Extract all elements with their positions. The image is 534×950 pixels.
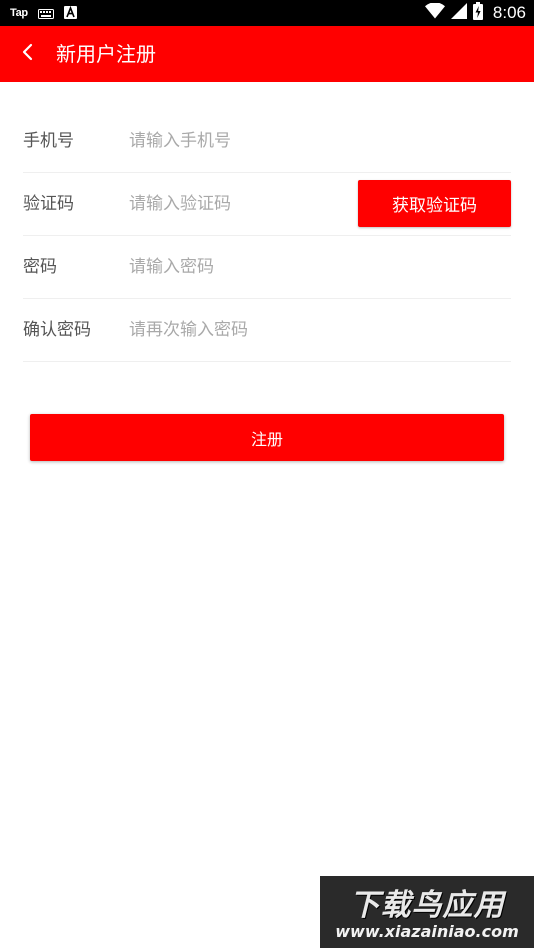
tap-label: Tap	[10, 7, 28, 19]
confirm-password-label: 确认密码	[23, 320, 91, 340]
verification-code-row: 验证码 获取验证码	[23, 173, 511, 236]
wifi-icon	[424, 2, 445, 23]
verification-code-input[interactable]	[129, 187, 349, 221]
password-row: 密码	[23, 236, 511, 299]
register-button[interactable]: 注册	[30, 414, 504, 461]
watermark-title: 下载鸟应用	[349, 888, 505, 923]
registration-form: 手机号 验证码 获取验证码 密码 确认密码	[23, 110, 511, 362]
status-left: Tap	[10, 0, 77, 26]
confirm-password-input[interactable]	[129, 313, 349, 347]
password-label: 密码	[23, 257, 57, 277]
a-notification-icon	[63, 4, 77, 23]
status-right: 8:06	[424, 0, 526, 26]
get-code-button[interactable]: 获取验证码	[358, 180, 511, 227]
chevron-left-icon	[21, 42, 35, 66]
watermark-logo: 下载鸟应用 www.xiazainiao.com	[320, 876, 534, 948]
back-button[interactable]	[8, 34, 48, 74]
confirm-password-row: 确认密码	[23, 299, 511, 362]
verification-code-label: 验证码	[23, 194, 74, 214]
signal-icon	[450, 3, 467, 23]
password-input[interactable]	[129, 250, 349, 284]
keyboard-icon	[37, 4, 54, 23]
watermark-url: www.xiazainiao.com	[335, 922, 519, 941]
phone-row: 手机号	[23, 110, 511, 173]
battery-icon	[472, 2, 483, 24]
app-bar: 新用户注册	[0, 26, 534, 82]
phone-label: 手机号	[23, 131, 74, 151]
status-bar: Tap 8:06	[0, 0, 534, 26]
clock: 8:06	[492, 3, 526, 22]
phone-input[interactable]	[129, 124, 349, 158]
page-title: 新用户注册	[56, 42, 156, 66]
